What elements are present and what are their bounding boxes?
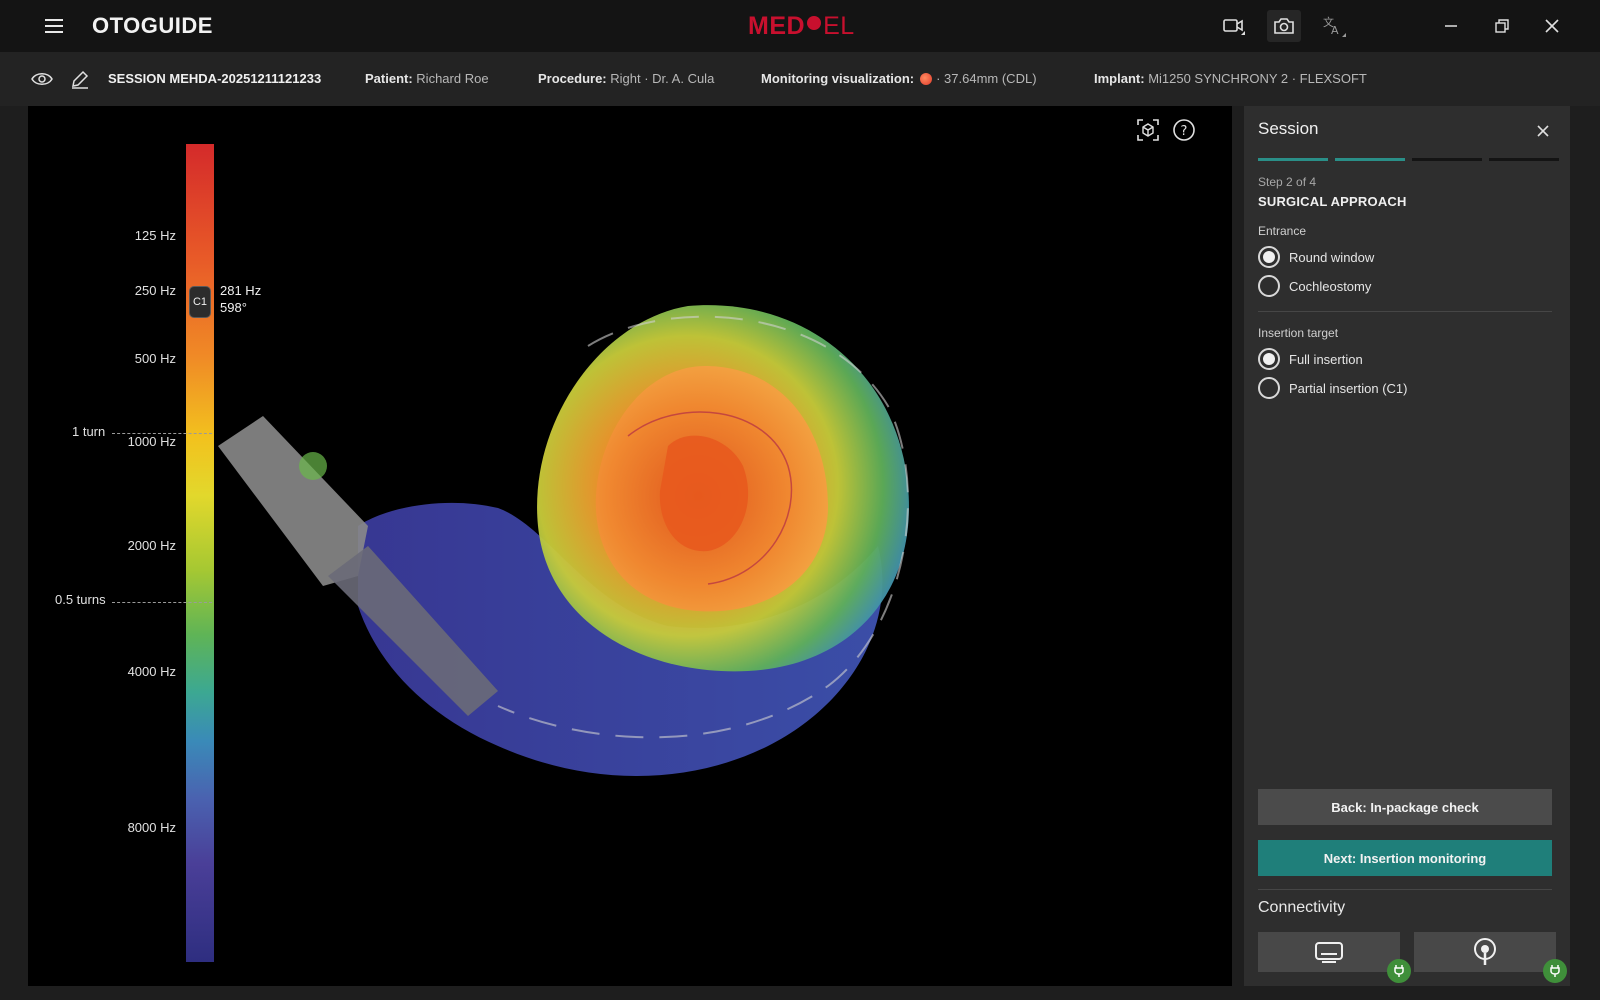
radio-cochleostomy[interactable]: Cochleostomy (1258, 273, 1371, 299)
electrode-marker-info: 281 Hz 598° (220, 282, 261, 316)
svg-text:A: A (1331, 24, 1339, 37)
progress-step-2 (1335, 158, 1405, 161)
panel-title: Session (1258, 119, 1319, 138)
restore-icon[interactable] (1485, 10, 1519, 42)
electrode-tip-green (299, 452, 327, 480)
connectivity-title: Connectivity (1258, 899, 1346, 916)
radio-selected-icon[interactable] (1258, 246, 1280, 268)
procedure-info: Procedure: Right · Dr. A. Cula (538, 71, 715, 86)
divider (1258, 311, 1552, 312)
app-title: OTOGUIDE (92, 13, 213, 38)
progress-step-3 (1412, 158, 1482, 161)
minimize-icon[interactable] (1434, 10, 1468, 42)
connectivity-probe-tile[interactable] (1414, 932, 1556, 972)
session-id: SESSION MEHDA-20251211121233 (108, 71, 322, 86)
panel-close-icon[interactable] (1530, 118, 1556, 144)
svg-text:?: ? (1181, 124, 1188, 139)
radio-unselected-icon[interactable] (1258, 275, 1280, 297)
frequency-color-scale (186, 144, 214, 962)
brand-logo-dot (807, 16, 822, 30)
help-icon[interactable]: ? (1170, 116, 1198, 144)
video-camera-icon[interactable] (1217, 10, 1251, 42)
frequency-label: 4000 Hz (127, 664, 176, 679)
monitor-device-icon (1315, 942, 1343, 963)
probe-device-icon (1474, 938, 1496, 965)
divider (1258, 889, 1552, 890)
electrode-marker-frequency: 281 Hz (220, 283, 262, 298)
entrance-label: Entrance (1258, 224, 1307, 238)
radio-unselected-icon[interactable] (1258, 377, 1280, 399)
radio-partial-insertion[interactable]: Partial insertion (C1) (1258, 375, 1408, 401)
step-counter: Step 2 of 4 (1258, 175, 1317, 189)
electrode-marker-badge[interactable]: C1 (189, 286, 211, 318)
radio-selected-icon[interactable] (1258, 348, 1280, 370)
hamburger-menu-icon[interactable] (40, 14, 68, 38)
plug-connected-icon (1543, 959, 1567, 983)
radio-round-window[interactable]: Round window (1258, 244, 1374, 270)
implant-info: Implant: Mi1250 SYNCHRONY 2 · FLEXSOFT (1094, 71, 1367, 86)
radio-full-insertion[interactable]: Full insertion (1258, 346, 1363, 372)
monitoring-visualization-info: Monitoring visualization: · 37.64mm (CDL) (761, 71, 1037, 86)
frequency-label: 2000 Hz (127, 538, 176, 553)
turn-marker-line (112, 602, 212, 603)
frequency-label: 8000 Hz (127, 820, 176, 835)
translate-icon[interactable]: 文A (1317, 10, 1351, 42)
plug-connected-icon (1387, 959, 1411, 983)
cochlea-snail-icon (920, 73, 933, 85)
edit-pencil-icon[interactable] (68, 67, 92, 91)
step-title: SURGICAL APPROACH (1258, 194, 1407, 209)
session-panel: Session Step 2 of 4 SURGICAL APPROACH En… (1244, 106, 1570, 986)
frequency-label: 500 Hz (134, 351, 176, 366)
progress-step-1 (1258, 158, 1328, 161)
electrode-lead (218, 416, 368, 586)
next-button[interactable]: Next: Insertion monitoring (1258, 840, 1552, 876)
reset-view-3d-icon[interactable] (1134, 116, 1162, 144)
title-bar: OTOGUIDE MED EL 文A (0, 0, 1600, 52)
progress-step-4 (1489, 158, 1559, 161)
turn-label: 1 turn (72, 424, 106, 439)
eye-icon[interactable] (30, 67, 54, 91)
cochlea-3d-viewer[interactable]: ? 125 Hz 250 Hz 500 Hz 1000 Hz 2000 Hz 4… (28, 106, 1232, 986)
session-info-bar: SESSION MEHDA-20251211121233 Patient: Ri… (0, 52, 1600, 106)
back-button[interactable]: Back: In-package check (1258, 789, 1552, 825)
camera-icon[interactable] (1267, 10, 1301, 42)
turn-label: 0.5 turns (55, 592, 106, 607)
connectivity-monitor-tile[interactable] (1258, 932, 1400, 972)
frequency-label: 250 Hz (134, 283, 176, 298)
electrode-marker-angle: 598° (220, 300, 247, 315)
insertion-target-label: Insertion target (1258, 326, 1339, 340)
frequency-label: 125 Hz (134, 228, 176, 243)
brand-logo: MED EL (748, 12, 855, 40)
close-icon[interactable] (1535, 10, 1569, 42)
patient-info: Patient: Richard Roe (365, 71, 489, 86)
turn-marker-line (112, 433, 212, 434)
